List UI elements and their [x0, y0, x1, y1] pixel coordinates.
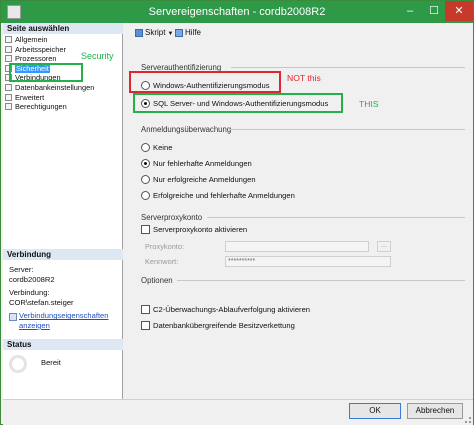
nav-item-label: Prozessoren	[15, 54, 57, 64]
nav-item-label: Datenbankeinstellungen	[15, 82, 95, 92]
divider	[207, 217, 465, 218]
nav-item-general[interactable]: Allgemein	[5, 35, 121, 45]
resize-grip-icon[interactable]	[465, 417, 471, 423]
cancel-button[interactable]: Abbrechen	[407, 403, 463, 419]
audit-failed-label: Nur fehlerhafte Anmeldungen	[153, 159, 252, 168]
not-this-annotation: NOT this	[287, 73, 321, 83]
proxy-account-input[interactable]	[225, 241, 369, 252]
nav-item-label: Allgemein	[15, 35, 48, 44]
status-row: Bereit	[9, 355, 121, 375]
script-icon	[135, 29, 143, 37]
server-value: cordb2008R2	[9, 274, 55, 284]
c2-audit-checkbox[interactable]	[141, 305, 150, 314]
dialog-footer: OK Abbrechen	[3, 399, 473, 425]
proxy-account-title: Serverproxykonto	[141, 213, 203, 222]
nav-item-permissions[interactable]: Berechtigungen	[5, 102, 121, 112]
help-icon	[175, 29, 183, 37]
page-icon	[5, 93, 12, 101]
page-icon	[5, 55, 12, 63]
script-label: Skript	[145, 28, 166, 37]
page-icon	[5, 83, 12, 91]
connection-header: Verbindung	[3, 249, 123, 260]
not-this-highlight-box	[129, 71, 281, 93]
password-label: Kennwort:	[145, 257, 179, 266]
connection-properties-row[interactable]: Verbindungseigenschaften anzeigen	[9, 311, 121, 330]
script-button[interactable]: Skript ▼	[135, 27, 173, 39]
ownership-chaining-label: Datenbankübergreifende Besitzverkettung	[153, 321, 295, 330]
this-highlight-box	[133, 93, 343, 113]
options-title: Optionen	[141, 276, 173, 285]
page-icon	[5, 103, 12, 111]
c2-audit-label: C2-Überwachungs-Ablaufverfolgung aktivie…	[153, 305, 311, 314]
page-icon	[5, 45, 12, 53]
progress-spinner-icon	[9, 355, 27, 373]
security-highlight-box	[9, 63, 83, 82]
connection-label: Verbindung:	[9, 288, 50, 298]
password-input[interactable]: **********	[225, 256, 391, 267]
select-page-header: Seite auswählen	[3, 23, 123, 34]
login-audit-title: Anmeldungsüberwachung	[141, 125, 232, 134]
left-panel: Seite auswählen Allgemein Arbeitsspeiche…	[3, 23, 123, 403]
nav-item-advanced[interactable]: Erweitert	[5, 93, 121, 103]
radio-audit-failed[interactable]	[141, 159, 150, 168]
audit-none-label: Keine	[153, 143, 173, 152]
properties-window: Servereigenschaften - cordb2008R2 – ☐ ✕ …	[0, 0, 474, 425]
radio-audit-both[interactable]	[141, 191, 150, 200]
ok-button[interactable]: OK	[349, 403, 401, 419]
help-button[interactable]: Hilfe	[175, 27, 201, 39]
title-bar[interactable]: Servereigenschaften - cordb2008R2 – ☐ ✕	[1, 1, 473, 23]
maximize-button[interactable]: ☐	[421, 1, 447, 21]
proxy-account-label: Proxykonto:	[145, 242, 185, 251]
connection-value: COR\stefan.steiger	[9, 297, 74, 307]
ownership-chaining-checkbox[interactable]	[141, 321, 150, 330]
properties-icon	[9, 313, 17, 322]
nav-item-label: Arbeitsspeicher	[15, 44, 66, 54]
proxy-browse-button[interactable]: ...	[377, 241, 391, 252]
this-annotation: THIS	[359, 99, 379, 109]
help-label: Hilfe	[185, 28, 202, 37]
nav-item-database-settings[interactable]: Datenbankeinstellungen	[5, 83, 121, 93]
divider	[231, 67, 465, 68]
nav-item-label: Berechtigungen	[15, 102, 67, 112]
status-text: Bereit	[41, 358, 61, 367]
security-page: Serverauthentifizierung Windows-Authenti…	[125, 43, 471, 398]
chevron-down-icon: ▼	[167, 31, 174, 37]
toolbar: Skript ▼ Hilfe	[125, 25, 471, 41]
connection-properties-link[interactable]: Verbindungseigenschaften anzeigen	[19, 311, 109, 330]
audit-success-label: Nur erfolgreiche Anmeldungen	[153, 175, 256, 184]
proxy-enable-label: Serverproxykonto aktivieren	[153, 225, 248, 234]
connection-info: Server: cordb2008R2 Verbindung: COR\stef…	[9, 265, 121, 331]
nav-item-label: Erweitert	[15, 92, 45, 102]
proxy-enable-checkbox[interactable]	[141, 225, 150, 234]
security-annotation: Security	[81, 51, 114, 61]
server-label: Server:	[9, 265, 34, 274]
close-button[interactable]: ✕	[445, 1, 473, 21]
status-header: Status	[3, 339, 123, 350]
divider	[229, 129, 465, 130]
audit-both-label: Erfolgreiche und fehlerhafte Anmeldungen	[153, 191, 295, 200]
radio-audit-none[interactable]	[141, 143, 150, 152]
minimize-button[interactable]: –	[397, 1, 423, 21]
divider	[177, 280, 465, 281]
page-icon	[5, 36, 12, 43]
radio-audit-success[interactable]	[141, 175, 150, 184]
